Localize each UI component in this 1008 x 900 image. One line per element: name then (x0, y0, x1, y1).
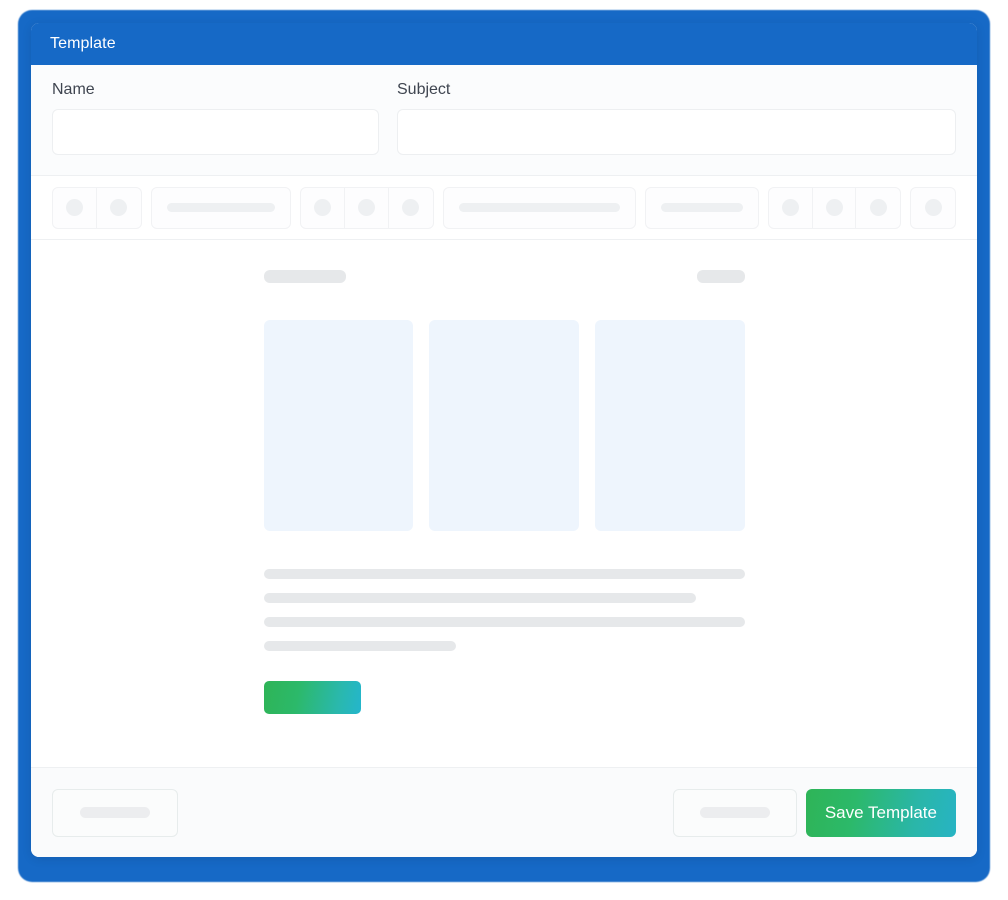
toolbar-button[interactable] (813, 187, 857, 228)
subject-field-label: Subject (397, 81, 451, 98)
toolbar-icon-placeholder (869, 199, 887, 216)
toolbar-icon-placeholder (110, 199, 128, 216)
canvas-text-line (263, 569, 745, 579)
toolbar-button[interactable] (769, 187, 813, 228)
canvas-content (263, 270, 745, 719)
canvas-cta-button[interactable] (263, 681, 361, 714)
canvas-header-row (263, 270, 745, 283)
toolbar-group-2[interactable] (150, 186, 292, 229)
template-meta-section: Name Subject (31, 65, 977, 176)
footer-actions: Save Template (672, 788, 956, 837)
canvas-text-line (263, 593, 697, 603)
canvas-text-line (263, 641, 456, 651)
toolbar-icon-placeholder (924, 199, 942, 216)
toolbar-button[interactable] (389, 188, 433, 228)
name-input[interactable] (52, 109, 379, 155)
toolbar-button[interactable] (301, 187, 346, 228)
toolbar-group-4[interactable] (442, 186, 637, 229)
toolbar-group-6 (767, 186, 902, 229)
canvas-card[interactable] (429, 320, 579, 531)
dialog-title: Template (50, 35, 116, 52)
footer-secondary-button[interactable] (672, 788, 797, 837)
canvas-card[interactable] (263, 320, 414, 531)
subject-field-wrapper: Subject (397, 81, 956, 155)
canvas-card-row (263, 320, 745, 531)
toolbar-button[interactable] (53, 187, 97, 228)
toolbar-icon-placeholder (358, 199, 376, 216)
toolbar-icon-placeholder (314, 199, 332, 216)
template-dialog: Template Name Subject Save Template (31, 23, 977, 857)
template-canvas[interactable] (31, 240, 977, 755)
dialog-footer: Save Template (31, 767, 977, 857)
canvas-card[interactable] (594, 320, 745, 531)
toolbar-group-1 (52, 186, 142, 229)
name-field-wrapper: Name (52, 81, 379, 155)
name-field-label: Name (52, 81, 95, 98)
footer-left-button-label-placeholder (80, 807, 150, 818)
toolbar-button[interactable] (911, 188, 955, 228)
toolbar-group-7 (910, 186, 956, 229)
toolbar-button[interactable] (345, 187, 390, 228)
toolbar-button[interactable] (97, 188, 141, 228)
save-template-button[interactable]: Save Template (805, 788, 956, 837)
toolbar-icon-placeholder (402, 199, 420, 216)
toolbar-group-3 (300, 186, 434, 229)
toolbar-label-placeholder (661, 203, 743, 212)
toolbar-label-placeholder (166, 203, 276, 212)
toolbar-icon-placeholder (65, 199, 83, 216)
canvas-text-line (263, 617, 745, 627)
toolbar-group-5[interactable] (645, 186, 759, 229)
canvas-text-block (263, 569, 745, 651)
toolbar-icon-placeholder (825, 199, 843, 216)
dialog-titlebar: Template (31, 23, 977, 65)
footer-secondary-button-label-placeholder (699, 807, 770, 818)
subject-input[interactable] (397, 109, 956, 155)
canvas-logo-placeholder (263, 270, 346, 283)
toolbar-button[interactable] (856, 188, 900, 228)
toolbar-label-placeholder (458, 203, 621, 212)
footer-left-button[interactable] (52, 788, 178, 837)
canvas-link-placeholder (696, 270, 745, 283)
toolbar-icon-placeholder (781, 199, 799, 216)
editor-toolbar (31, 176, 977, 240)
